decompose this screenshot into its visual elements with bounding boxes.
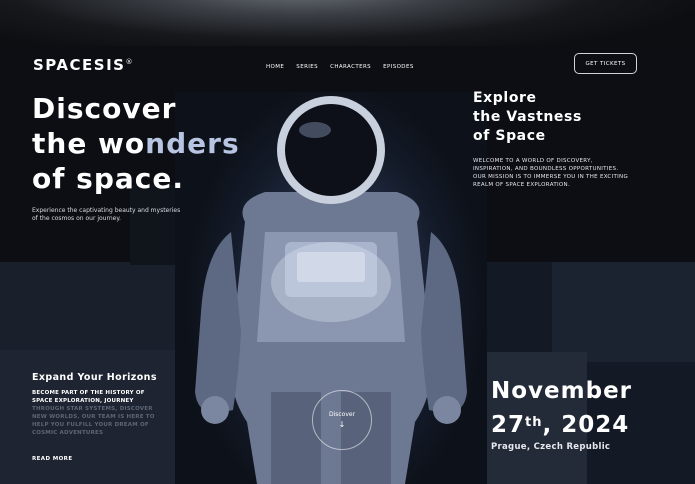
event-day: 27 bbox=[491, 412, 526, 438]
event-day-suffix: th bbox=[525, 415, 543, 430]
read-more-link[interactable]: READ MORE bbox=[32, 456, 72, 462]
explore-line-2: the Vastness bbox=[473, 109, 582, 125]
landing-page: SPACESIS® HOME SERIES CHARACTERS EPISODE… bbox=[0, 0, 695, 484]
planet-surface-banner bbox=[0, 0, 695, 46]
event-month: November bbox=[491, 378, 633, 404]
hero-headline: Discover the wonders of space. bbox=[32, 91, 240, 196]
explore-description: WELCOME TO A WORLD OF DISCOVERY, INSPIRA… bbox=[473, 158, 629, 188]
arrow-down-icon: ↓ bbox=[338, 420, 346, 429]
get-tickets-button[interactable]: GET TICKETS bbox=[574, 53, 637, 74]
bg-block bbox=[552, 262, 695, 362]
brand-name: SPACESIS bbox=[33, 56, 126, 74]
hero-subtitle: Experience the captivating beauty and my… bbox=[32, 207, 181, 222]
nav-item-series[interactable]: SERIES bbox=[296, 64, 318, 70]
horizons-title: Expand Your Horizons bbox=[32, 372, 157, 383]
headline-line-1: Discover bbox=[32, 92, 177, 125]
headline-line-2a: the wo bbox=[32, 127, 146, 160]
explore-heading: Explore the Vastness of Space bbox=[473, 89, 582, 146]
horizons-text-bright: BECOME PART OF THE HISTORY OF SPACE EXPL… bbox=[32, 390, 145, 404]
registered-mark: ® bbox=[125, 58, 134, 66]
headline-highlight: nders bbox=[145, 127, 240, 160]
nav-item-episodes[interactable]: EPISODES bbox=[383, 64, 414, 70]
nav-item-characters[interactable]: CHARACTERS bbox=[330, 64, 371, 70]
main-nav: HOME SERIES CHARACTERS EPISODES bbox=[266, 64, 414, 70]
event-date: November 27th, 2024 bbox=[491, 374, 632, 442]
event-year: , 2024 bbox=[542, 412, 630, 438]
event-location: Prague, Czech Republic bbox=[491, 442, 611, 452]
discover-button[interactable]: Discover ↓ bbox=[312, 390, 372, 450]
horizons-text-dim: THROUGH STAR SYSTEMS, DISCOVER NEW WORLD… bbox=[32, 406, 155, 436]
explore-line-3: of Space bbox=[473, 128, 546, 144]
headline-line-3: of space. bbox=[32, 162, 184, 195]
explore-line-1: Explore bbox=[473, 90, 537, 106]
event-day-year: 27th, 2024 bbox=[491, 408, 632, 442]
bg-block bbox=[0, 262, 175, 350]
horizons-text: BECOME PART OF THE HISTORY OF SPACE EXPL… bbox=[32, 389, 160, 437]
nav-item-home[interactable]: HOME bbox=[266, 64, 284, 70]
brand-logo[interactable]: SPACESIS® bbox=[33, 56, 134, 74]
discover-label: Discover bbox=[328, 411, 356, 418]
headline-line-2: the wonders bbox=[32, 126, 240, 161]
